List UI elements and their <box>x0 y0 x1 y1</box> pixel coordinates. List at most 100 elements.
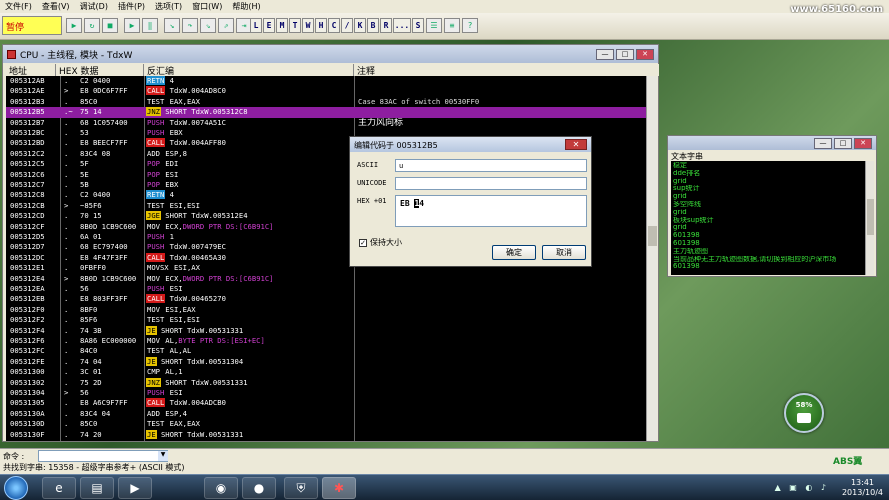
trace-into-icon[interactable]: ⇘ <box>200 18 216 33</box>
start-button[interactable] <box>4 476 28 500</box>
debugger-icon[interactable]: ✱ <box>322 477 356 499</box>
hex-input[interactable]: EB 14 <box>395 195 587 227</box>
window-button[interactable]: R <box>380 18 392 33</box>
table-row[interactable]: 0053130D. 85C0 TEST EAX,EAX <box>6 419 647 429</box>
strings-minimize-button[interactable]: — <box>814 138 832 149</box>
app-icon[interactable]: ◉ <box>204 477 238 499</box>
table-row[interactable]: 005312E4 >8B0D 1CB9C600 MOV ECX,DWORD PTR … <box>6 274 647 284</box>
table-row[interactable]: 005312FC. 84C0 TEST AL,AL <box>6 346 647 356</box>
table-row[interactable]: 0053130F. 74 20 JE SHORT TdxW.00531331 <box>6 429 647 440</box>
help-icon[interactable]: ? <box>462 18 478 33</box>
strings-scrollbar[interactable] <box>865 161 874 275</box>
table-row[interactable]: 00531305. E8 A6C9F7FF CALL TdxW.004ADCB0 <box>6 398 647 408</box>
maximize-button[interactable]: □ <box>616 48 634 60</box>
menu-item[interactable]: 文件(F) <box>3 1 34 12</box>
list-item[interactable]: grid <box>673 193 863 201</box>
strings-list[interactable]: 稳定 dde排名 grid sup统计 grid 多空阵线 grid 板块sup统计 grid 6… <box>671 161 865 275</box>
strings-close-button[interactable]: ✕ <box>854 138 872 149</box>
window-button[interactable]: K <box>354 18 366 33</box>
list-item[interactable]: sup统计 <box>673 185 863 193</box>
battery-gadget[interactable]: 58% <box>784 393 824 433</box>
explorer-icon[interactable]: ▤ <box>80 477 114 499</box>
menu-item[interactable]: 帮助(H) <box>230 1 262 12</box>
disassembly-scrollbar[interactable] <box>646 76 657 441</box>
list-item[interactable]: 板块sup统计 <box>673 217 863 225</box>
window-button[interactable]: L <box>250 18 262 33</box>
window-button[interactable]: M <box>276 18 288 33</box>
media-player-icon[interactable]: ▶ <box>118 477 152 499</box>
window-button[interactable]: C <box>328 18 340 33</box>
table-row[interactable]: 0053130A. 83C4 04 ADD ESP,4 <box>6 409 647 419</box>
close-debug-icon[interactable]: ■ <box>102 18 118 33</box>
table-row[interactable]: 005312F0. 8BF0 MOV ESI,EAX <box>6 305 647 315</box>
pause-icon[interactable]: ‖ <box>142 18 158 33</box>
restart-icon[interactable]: ↻ <box>84 18 100 33</box>
cancel-button[interactable]: 取消 <box>542 245 586 260</box>
menu-item[interactable]: 插件(P) <box>116 1 147 12</box>
shield-icon[interactable]: ⛨ <box>284 477 318 499</box>
close-button[interactable]: ✕ <box>636 48 654 60</box>
trace-over-icon[interactable]: ⇗ <box>218 18 234 33</box>
window-button[interactable]: H <box>315 18 327 33</box>
options-icon[interactable]: ☰ <box>426 18 442 33</box>
column-header-hex[interactable]: HEX 数据 <box>56 64 144 77</box>
table-row[interactable]: 00531300. 3C 01 CMP AL,1 <box>6 367 647 377</box>
menu-item[interactable]: 查看(V) <box>40 1 72 12</box>
table-row[interactable]: 005312AB. C2 0400 RETN 4 <box>6 76 647 86</box>
step-over-icon[interactable]: ↷ <box>182 18 198 33</box>
menu-item[interactable]: 窗口(W) <box>190 1 224 12</box>
ascii-input[interactable]: u <box>395 159 587 172</box>
window-button[interactable]: ... <box>393 18 411 33</box>
window-button[interactable]: B <box>367 18 379 33</box>
step-into-icon[interactable]: ↘ <box>164 18 180 33</box>
window-button[interactable]: W <box>302 18 314 33</box>
table-row[interactable]: 005312AE > E8 0DC6F7FF CALL TdxW.004AD8C0 <box>6 86 647 96</box>
list-item[interactable]: 主力轨迹图 <box>673 248 863 256</box>
table-row[interactable]: 005312EA. 56 PUSH ESI <box>6 284 647 294</box>
dialog-close-button[interactable]: ✕ <box>565 139 587 150</box>
open-icon[interactable]: ▶ <box>66 18 82 33</box>
list-item[interactable]: 多空阵线 <box>673 201 863 209</box>
keep-size-checkbox[interactable]: ✓ 保持大小 <box>359 237 402 248</box>
run-icon[interactable]: ▶ <box>124 18 140 33</box>
system-tray[interactable]: ▲ ▣ ◐ ♪ <box>775 483 829 492</box>
list-item[interactable]: grid <box>673 224 863 232</box>
list-item[interactable]: 601398 <box>673 240 863 248</box>
table-row[interactable]: 005312F4. 74 3B JE SHORT TdxW.00531331 <box>6 325 647 336</box>
column-header-comment[interactable]: 注释 <box>354 64 659 77</box>
table-row[interactable]: 005312B3. 85C0 TEST EAX,EAX Case 83AC of sw… <box>6 97 647 107</box>
list-item[interactable]: 当前品种无主力轨迹图数据,请切换到相应的沪深市场 <box>673 256 863 264</box>
menu-item[interactable]: 调试(D) <box>78 1 110 12</box>
table-row[interactable]: 00531304 >56 PUSH ESI <box>6 388 647 398</box>
menu-item[interactable]: 选项(T) <box>153 1 184 12</box>
table-row[interactable]: 005312B7. 68 1C057400 PUSH TdxW.0074A51C 主力… <box>6 118 647 128</box>
browser-icon[interactable]: ● <box>242 477 276 499</box>
table-row[interactable]: 005312FE. 74 04 JE SHORT TdxW.00531304 <box>6 356 647 367</box>
list-item[interactable]: 稳定 <box>673 162 863 170</box>
window-button[interactable]: S <box>412 18 424 33</box>
window-button[interactable]: / <box>341 18 353 33</box>
checkbox-check-icon[interactable]: ✓ <box>359 238 367 247</box>
ie-icon[interactable]: e <box>42 477 76 499</box>
table-row[interactable]: 00531302. 75 2D JNZ SHORT TdxW.00531331 <box>6 377 647 388</box>
list-item[interactable]: dde排名 <box>673 170 863 178</box>
ok-button[interactable]: 确定 <box>492 245 536 260</box>
unicode-input[interactable] <box>395 177 587 190</box>
list-item[interactable]: 601398 <box>673 232 863 240</box>
list-item[interactable]: 601398 <box>673 263 863 271</box>
list-item[interactable]: grid <box>673 209 863 217</box>
command-input[interactable] <box>38 450 168 462</box>
window-button[interactable]: T <box>289 18 301 33</box>
table-row[interactable]: 005312F2. 85F6 TEST ESI,ESI <box>6 315 647 325</box>
clock[interactable]: 13:41 2013/10/4 <box>842 478 883 498</box>
minimize-button[interactable]: — <box>596 48 614 60</box>
table-row[interactable]: 005312EB. E8 803FF3FF CALL TdxW.00465270 <box>6 294 647 304</box>
column-header-disasm[interactable]: 反汇编 <box>144 64 354 77</box>
list-item[interactable]: grid <box>673 178 863 186</box>
window-button[interactable]: E <box>263 18 275 33</box>
table-row[interactable]: 005312F6. 8A86 EC000000 MOV AL,BYTE PTR DS… <box>6 336 647 346</box>
column-header-address[interactable]: 地址 <box>6 64 56 77</box>
strings-maximize-button[interactable]: □ <box>834 138 852 149</box>
table-row[interactable]: 005312B5 .~ 75 14 JNZ SHORT TdxW.005312C8 <box>6 107 647 118</box>
list-icon[interactable]: ≡ <box>444 18 460 33</box>
